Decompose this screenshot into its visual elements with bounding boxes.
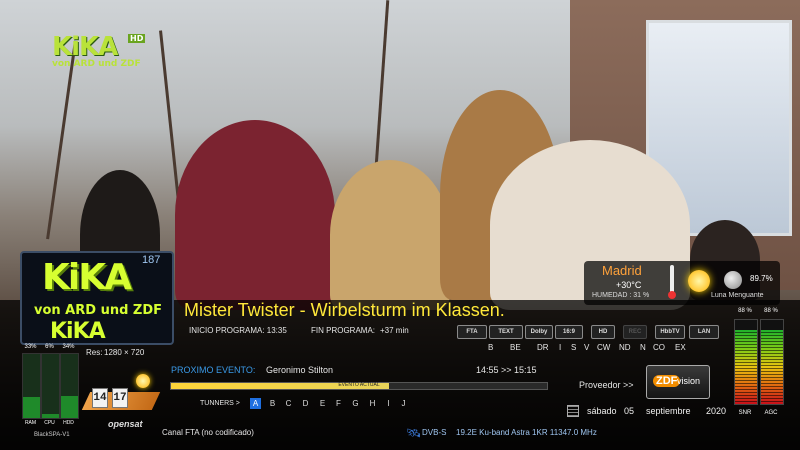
encryption-status: Canal FTA (no codificado) xyxy=(162,428,254,437)
agc-bar: 88 % AGC xyxy=(760,308,784,416)
tuner-b[interactable]: B xyxy=(267,398,278,409)
event-progress-bar: EVENTO ACTUAL xyxy=(170,382,548,390)
resolution-label: Res: xyxy=(86,348,103,357)
date-weekday: sábado xyxy=(587,406,617,416)
clock-minutes: 17 xyxy=(112,388,128,408)
badge-text: TEXT xyxy=(489,325,523,339)
caid-item: V xyxy=(584,343,590,352)
caid-item: ND xyxy=(619,343,631,352)
provider-logo: ZDF vision xyxy=(646,365,710,399)
badge-hbbtv: HbbTV xyxy=(655,325,685,339)
date-day: 05 xyxy=(624,406,635,416)
weather-widget: Madrid +30°C HUMEDAD : 31 % 89.7% Luna M… xyxy=(584,261,780,305)
resolution-value: 1280 × 720 xyxy=(104,348,145,357)
date-month: septiembre xyxy=(646,406,691,416)
clock-hours: 14 xyxy=(92,388,108,408)
sun-icon xyxy=(688,270,710,292)
skin-name: BlackSPA-V1 xyxy=(34,432,70,438)
caid-item: I xyxy=(559,343,562,352)
snr-bar: 88 % SNR xyxy=(734,308,758,416)
date-year: 2020 xyxy=(706,406,727,416)
tuner-c[interactable]: C xyxy=(283,398,294,409)
clock-widget: 14 17 xyxy=(81,374,161,416)
program-title: Mister Twister - Wirbelsturm im Klassen. xyxy=(184,300,505,320)
next-event-label: PROXIMO EVENTO: xyxy=(171,365,256,375)
hdd-bar: 34% HDD xyxy=(60,344,79,426)
calendar-icon xyxy=(567,405,579,417)
tuner-f[interactable]: F xyxy=(333,398,344,409)
weather-temp: +30°C xyxy=(616,280,642,290)
moon-phase: Luna Menguante xyxy=(711,292,764,299)
ram-bar: 33% RAM xyxy=(22,344,41,426)
caid-item: N xyxy=(640,343,646,352)
moon-icon xyxy=(724,271,742,289)
moon-percent: 89.7% xyxy=(750,274,773,283)
tuner-j[interactable]: J xyxy=(398,398,409,409)
dvb-type: DVB-S xyxy=(422,428,447,437)
channel-number: 187 xyxy=(142,254,161,266)
program-end-value: +37 min xyxy=(380,326,409,335)
caid-item: CW xyxy=(597,343,611,352)
tuner-h[interactable]: H xyxy=(367,398,378,409)
next-event-title: Geronimo Stilton xyxy=(266,365,334,375)
tuners-label: TUNNERS > xyxy=(200,400,240,407)
sun-icon xyxy=(136,374,150,388)
tuner-i[interactable]: I xyxy=(383,398,394,409)
tuner-e[interactable]: E xyxy=(317,398,328,409)
tuner-a[interactable]: A xyxy=(250,398,261,409)
badge-rec: REC xyxy=(623,325,647,339)
badge-hd: HD xyxy=(591,325,615,339)
provider-label: Proveedor >> xyxy=(579,380,634,390)
tuner-g[interactable]: G xyxy=(350,398,361,409)
program-end-label: FIN PROGRAMA: xyxy=(311,326,376,335)
caid-item: S xyxy=(571,343,577,352)
weather-humidity: HUMEDAD : 31 % xyxy=(592,292,650,299)
program-start: INICIO PROGRAMA: 13:35 xyxy=(189,326,287,335)
badge-aspect: 16:9 xyxy=(555,325,583,339)
caid-item: BE xyxy=(510,343,521,352)
system-bars: 33% RAM 6% CPU 34% HDD xyxy=(22,344,82,426)
caid-item: DR xyxy=(537,343,549,352)
badge-lan: LAN xyxy=(689,325,719,339)
signal-bars: 88 % SNR 88 % AGC xyxy=(734,308,784,416)
weather-city: Madrid xyxy=(602,263,642,278)
thermometer-icon xyxy=(668,265,676,299)
badge-dolby: Dolby xyxy=(525,325,553,339)
tuner-d[interactable]: D xyxy=(300,398,311,409)
caid-item: B xyxy=(488,343,494,352)
satellite-icon: 🛰 xyxy=(406,426,422,440)
badge-fta: FTA xyxy=(457,325,487,339)
transponder-info: 19.2E Ku-band Astra 1KR 11347.0 MHz xyxy=(456,428,597,437)
next-event-time: 14:55 >> 15:15 xyxy=(476,365,537,375)
channel-watermark-logo: KiKA HD von ARD und ZDF xyxy=(52,32,146,69)
caid-item: EX xyxy=(675,343,686,352)
caid-item: CO xyxy=(653,343,665,352)
brand-logo: opensat xyxy=(108,419,143,429)
cpu-bar: 6% CPU xyxy=(41,344,60,426)
